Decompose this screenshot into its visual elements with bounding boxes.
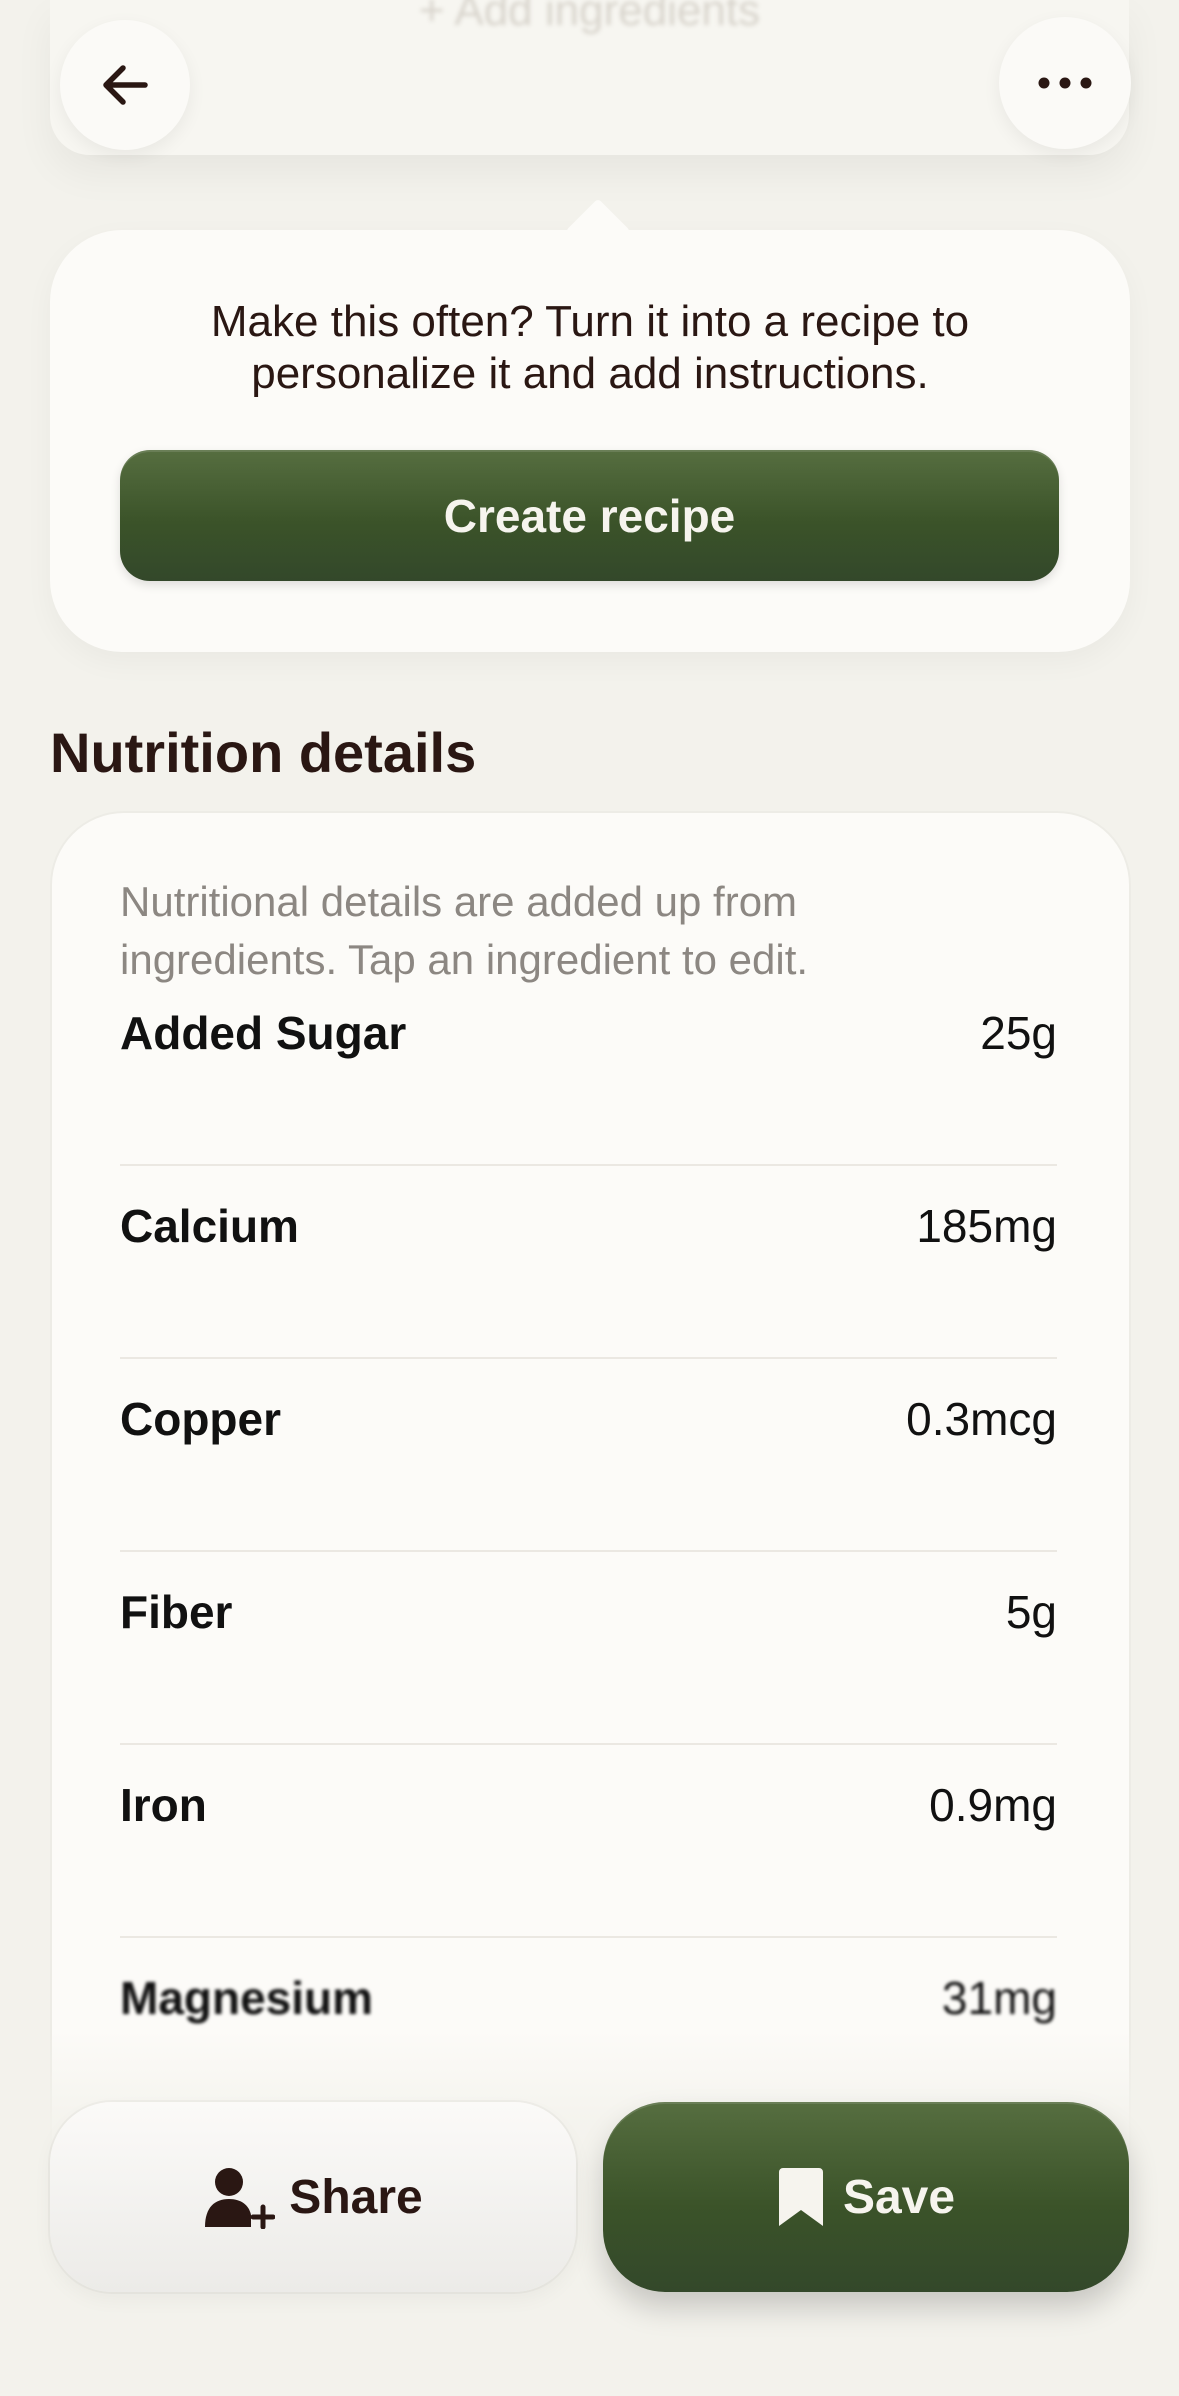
nutrition-row[interactable]: Calcium 185mg: [120, 1166, 1057, 1359]
more-horizontal-icon: [1037, 76, 1093, 90]
share-button[interactable]: Share: [50, 2102, 576, 2292]
nutrition-list: Added Sugar 25g Calcium 185mg Copper 0.3…: [120, 1006, 1057, 2131]
nutrition-row[interactable]: Added Sugar 25g: [120, 1006, 1057, 1166]
header-strip: + Add ingredients: [50, 0, 1129, 155]
save-button[interactable]: Save: [603, 2102, 1129, 2292]
save-label: Save: [842, 2170, 956, 2224]
nutrient-name: Fiber: [120, 1586, 233, 1638]
nutrient-value: 185mg: [916, 1200, 1057, 1252]
nutrient-value: 25g: [980, 1007, 1057, 1059]
recipe-prompt-card: Make this often? Turn it into a recipe t…: [50, 198, 1130, 652]
nutrient-value: 31mg: [941, 1972, 1057, 2024]
create-recipe-button[interactable]: Create recipe: [120, 450, 1059, 581]
nutrient-value: 0.9mg: [929, 1779, 1057, 1831]
nutrient-value: 5g: [1005, 1586, 1057, 1638]
recipe-prompt-text: Make this often? Turn it into a recipe t…: [210, 297, 970, 398]
back-button[interactable]: [60, 20, 190, 150]
nutrient-name: Iron: [120, 1779, 207, 1831]
share-label: Share: [289, 2170, 423, 2224]
nutrition-section-title: Nutrition details: [50, 721, 477, 784]
add-person-icon: [203, 2165, 276, 2229]
add-ingredients-faded-label: + Add ingredients: [418, 0, 761, 35]
nutrient-name: Magnesium: [120, 1972, 374, 2024]
nutrient-name: Calcium: [120, 1200, 299, 1252]
nutrient-name: Copper: [120, 1393, 281, 1445]
nutrient-name: Added Sugar: [120, 1007, 407, 1059]
nutrition-row[interactable]: Copper 0.3mcg: [120, 1359, 1057, 1552]
nutrient-value: 0.3mcg: [906, 1393, 1057, 1445]
nutrition-row[interactable]: Iron 0.9mg: [120, 1745, 1057, 1938]
nutrition-note: Nutritional details are added up from in…: [120, 878, 809, 983]
card-pointer: [565, 198, 631, 264]
more-options-button[interactable]: [999, 17, 1131, 149]
arrow-left-icon: [97, 57, 153, 113]
nutrition-row[interactable]: Fiber 5g: [120, 1552, 1057, 1745]
bookmark-icon: [777, 2166, 825, 2228]
